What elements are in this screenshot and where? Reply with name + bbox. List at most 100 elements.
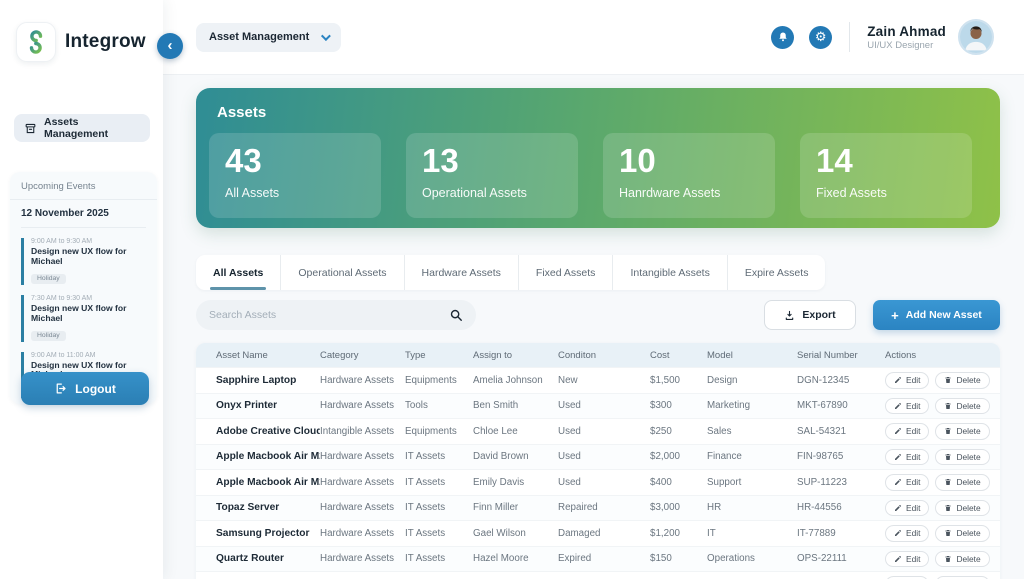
event-time: 9:00 AM to 9:30 AM (31, 238, 148, 245)
delete-label: Delete (956, 477, 980, 487)
stat-card: 14 Fixed Assets (800, 133, 972, 218)
integrow-logo-icon (16, 22, 56, 62)
search-icon[interactable] (449, 308, 463, 322)
events-panel-title: Upcoming Events (10, 172, 157, 200)
cell-model: Operations (707, 553, 797, 564)
column-header-condition: Conditon (558, 350, 650, 361)
logout-button[interactable]: Logout (21, 372, 149, 405)
settings-button[interactable]: ⚙ (809, 26, 832, 49)
cell-cost: $250 (650, 426, 707, 437)
delete-button[interactable]: Delete (935, 449, 989, 466)
table-row: Sapphire LaptopHardware AssetsEquipments… (196, 367, 1000, 393)
pencil-icon (894, 427, 902, 435)
page-selector-dropdown[interactable]: Asset Management (196, 23, 341, 52)
cell-cost: $150 (650, 553, 707, 564)
user-name: Zain Ahmad (867, 24, 946, 39)
delete-button[interactable]: Delete (935, 500, 989, 517)
delete-label: Delete (956, 401, 980, 411)
delete-button[interactable]: Delete (935, 423, 989, 440)
cell-type: IT Assets (405, 451, 473, 462)
export-button[interactable]: Export (764, 300, 856, 330)
cell-type: Equipments (405, 375, 473, 386)
cell-type: IT Assets (405, 553, 473, 564)
add-new-asset-button[interactable]: + Add New Asset (873, 300, 1000, 330)
event-list-item[interactable]: 9:00 AM to 9:30 AM Design new UX flow for… (21, 238, 148, 285)
cell-asset-name: Samsung Projector (216, 528, 320, 539)
edit-button[interactable]: Edit (885, 500, 929, 517)
cell-cost: $1,500 (650, 375, 707, 386)
edit-button[interactable]: Edit (885, 398, 929, 415)
delete-label: Delete (956, 554, 980, 564)
edit-label: Edit (906, 401, 920, 411)
edit-button[interactable]: Edit (885, 474, 929, 491)
event-title: Design new UX flow for Michael (31, 247, 148, 267)
event-list-item[interactable]: 7:30 AM to 9:30 AMDesign new UX flow for… (21, 295, 148, 342)
pencil-icon (894, 504, 902, 512)
cell-assign-to: Ben Smith (473, 400, 558, 411)
cell-cost: $3,000 (650, 502, 707, 513)
table-row: Apple Macbook Air M2Hardware AssetsIT As… (196, 469, 1000, 495)
assets-table: Asset NameCategoryTypeAssign toConditonC… (196, 343, 1000, 579)
actions-cell: Edit Delete (885, 423, 1000, 440)
cell-model: Marketing (707, 400, 797, 411)
logout-icon (54, 382, 67, 395)
bell-icon (777, 31, 789, 43)
trash-icon (944, 529, 952, 537)
edit-button[interactable]: Edit (885, 423, 929, 440)
search-input[interactable] (209, 309, 449, 321)
actions-cell: Edit Delete (885, 525, 1000, 542)
edit-button[interactable]: Edit (885, 525, 929, 542)
edit-label: Edit (906, 477, 920, 487)
cell-category: Intangible Assets (320, 426, 405, 437)
delete-button[interactable]: Delete (935, 551, 989, 568)
tab-intangible-assets[interactable]: Intangible Assets (613, 255, 727, 290)
delete-label: Delete (956, 375, 980, 385)
column-header-asset-name: Asset Name (216, 350, 320, 361)
stat-value: 14 (816, 143, 956, 179)
tab-expire-assets[interactable]: Expire Assets (728, 255, 826, 290)
delete-button[interactable]: Delete (935, 372, 989, 389)
event-time: 9:00 AM to 11:00 AM (31, 352, 148, 359)
actions-cell: Edit Delete (885, 449, 1000, 466)
cell-assign-to: Gael Wilson (473, 528, 558, 539)
delete-button[interactable]: Delete (935, 474, 989, 491)
column-header-model: Model (707, 350, 797, 361)
edit-button[interactable]: Edit (885, 449, 929, 466)
pencil-icon (894, 376, 902, 384)
stat-label: Hanrdware Assets (619, 186, 759, 200)
cell-model: IT (707, 528, 797, 539)
tab-all-assets[interactable]: All Assets (196, 255, 281, 290)
delete-button[interactable]: Delete (935, 398, 989, 415)
avatar[interactable] (958, 19, 994, 55)
edit-button[interactable]: Edit (885, 372, 929, 389)
sidebar-item-label: Assets Management (44, 116, 140, 140)
tab-fixed-assets[interactable]: Fixed Assets (519, 255, 614, 290)
cell-assign-to: Chloe Lee (473, 426, 558, 437)
stat-card: 10Hanrdware Assets (603, 133, 775, 218)
column-header-category: Category (320, 350, 405, 361)
cell-condition: New (558, 375, 650, 386)
tab-operational-assets[interactable]: Operational Assets (281, 255, 404, 290)
edit-label: Edit (906, 375, 920, 385)
cell-cost: $300 (650, 400, 707, 411)
column-header-cost: Cost (650, 350, 707, 361)
edit-label: Edit (906, 554, 920, 564)
table-row-partial: EditDelete (196, 571, 1000, 579)
sidebar-collapse-button[interactable]: ‹ (157, 33, 183, 59)
cell-condition: Used (558, 477, 650, 488)
stat-label: Fixed Assets (816, 186, 956, 200)
banner-title: Assets (217, 104, 987, 121)
sidebar-item-assets-management[interactable]: Assets Management (14, 114, 150, 142)
tab-hardware-assets[interactable]: Hardware Assets (405, 255, 519, 290)
edit-button[interactable]: Edit (885, 551, 929, 568)
cell-category: Hardware Assets (320, 502, 405, 513)
search-box (196, 300, 476, 330)
column-header-assign-to: Assign to (473, 350, 558, 361)
cell-model: Sales (707, 426, 797, 437)
cell-asset-name: Apple Macbook Air M2 (216, 451, 320, 462)
gear-icon: ⚙ (815, 31, 827, 44)
delete-button[interactable]: Delete (935, 525, 989, 542)
cell-model: HR (707, 502, 797, 513)
stat-value: 13 (422, 143, 562, 179)
notifications-button[interactable] (771, 26, 794, 49)
